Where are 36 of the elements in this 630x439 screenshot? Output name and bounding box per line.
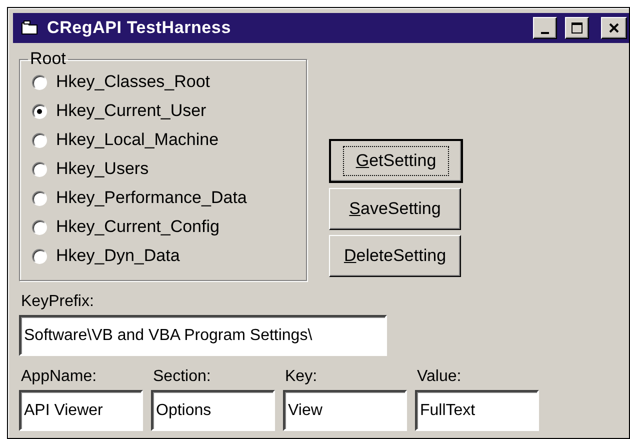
minimize-icon bbox=[541, 32, 549, 34]
input-field[interactable]: Options bbox=[151, 390, 275, 431]
app-icon bbox=[21, 20, 39, 36]
radio-button[interactable] bbox=[32, 220, 47, 234]
radio-option[interactable]: Hkey_Current_Config bbox=[32, 216, 306, 238]
key-prefix-field[interactable]: Software\VB and VBA Program Settings\ bbox=[19, 315, 387, 356]
radio-button[interactable] bbox=[32, 104, 47, 118]
command-button[interactable]: DeleteSetting bbox=[329, 235, 461, 277]
input-field[interactable]: API Viewer bbox=[19, 390, 143, 431]
radio-button[interactable] bbox=[32, 162, 47, 176]
command-button[interactable]: SaveSetting bbox=[329, 188, 461, 230]
window-title: CRegAPI TestHarness bbox=[47, 18, 232, 38]
radio-button[interactable] bbox=[32, 190, 47, 206]
radio-option[interactable]: Hkey_Dyn_Data bbox=[32, 245, 306, 267]
radio-option[interactable]: Hkey_Current_User bbox=[32, 100, 306, 122]
radio-option[interactable]: Hkey_Users bbox=[32, 158, 306, 180]
maximize-icon bbox=[571, 22, 583, 34]
field-label: Value: bbox=[417, 368, 462, 386]
group-title: Root bbox=[29, 49, 67, 69]
close-icon bbox=[608, 22, 620, 34]
radio-option[interactable]: Hkey_Classes_Root bbox=[32, 71, 306, 93]
field-label: Key: bbox=[285, 368, 318, 386]
radio-option[interactable]: Hkey_Performance_Data bbox=[32, 187, 306, 209]
minimize-button[interactable] bbox=[533, 17, 557, 39]
radio-button[interactable] bbox=[32, 74, 47, 90]
radio-button[interactable] bbox=[32, 248, 47, 264]
maximize-button[interactable] bbox=[565, 17, 589, 39]
close-button[interactable] bbox=[601, 17, 627, 39]
field-label: AppName: bbox=[21, 368, 98, 386]
radio-option[interactable]: Hkey_Local_Machine bbox=[32, 129, 306, 151]
input-field[interactable]: FullText bbox=[415, 390, 539, 431]
command-button[interactable]: GetSetting bbox=[329, 139, 463, 183]
radio-button[interactable] bbox=[32, 132, 47, 148]
field-label: KeyPrefix: bbox=[21, 293, 95, 311]
field-label: Section: bbox=[153, 368, 212, 386]
input-field[interactable]: View bbox=[283, 390, 407, 431]
